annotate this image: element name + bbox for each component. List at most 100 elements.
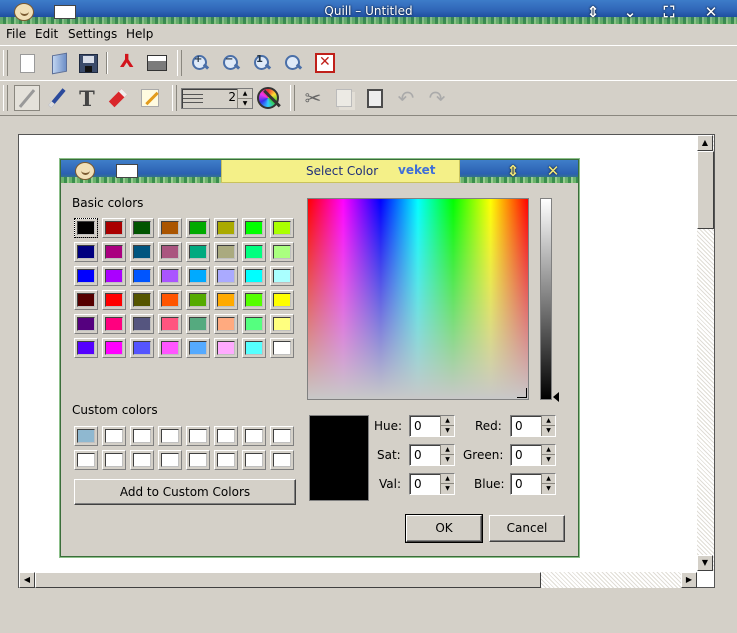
menu-help[interactable]: Help — [126, 27, 153, 41]
zoom-in-button[interactable]: + — [187, 50, 213, 76]
basic-color-swatch[interactable] — [186, 218, 210, 238]
spin-down-icon[interactable]: ▼ — [441, 426, 454, 436]
basic-color-swatch[interactable] — [242, 266, 266, 286]
basic-color-swatch[interactable] — [130, 314, 154, 334]
color-button[interactable] — [255, 85, 281, 111]
vertical-scroll-thumb[interactable] — [697, 151, 714, 229]
basic-color-swatch[interactable] — [158, 242, 182, 262]
cancel-button[interactable]: Cancel — [489, 515, 565, 542]
highlighter-tool-button[interactable] — [44, 85, 70, 111]
basic-color-swatch[interactable] — [130, 242, 154, 262]
sat-spin-buttons[interactable]: ▲ ▼ — [440, 445, 454, 465]
custom-color-swatch[interactable] — [242, 450, 266, 470]
ok-button[interactable]: OK — [405, 514, 483, 543]
custom-color-swatch[interactable] — [242, 426, 266, 446]
basic-color-swatch[interactable] — [270, 290, 294, 310]
basic-color-swatch[interactable] — [158, 266, 182, 286]
basic-color-swatch[interactable] — [102, 338, 126, 358]
green-spin-buttons[interactable]: ▲ ▼ — [541, 445, 555, 465]
dialog-titlebar[interactable]: Select Color veket ⇕ ✕ — [61, 160, 578, 183]
select-tool-button[interactable] — [137, 85, 163, 111]
basic-color-swatch[interactable] — [158, 314, 182, 334]
line-width-spinbox[interactable]: 2 ▲ ▼ — [181, 88, 253, 109]
basic-color-swatch[interactable] — [186, 266, 210, 286]
spin-up-icon[interactable]: ▲ — [542, 445, 555, 455]
basic-color-swatch[interactable] — [270, 266, 294, 286]
menu-edit[interactable]: Edit — [35, 27, 58, 41]
custom-color-swatch[interactable] — [186, 426, 210, 446]
spin-up-icon[interactable]: ▲ — [542, 416, 555, 426]
blue-spin-buttons[interactable]: ▲ ▼ — [541, 474, 555, 494]
basic-color-swatch[interactable] — [130, 338, 154, 358]
blue-spinbox[interactable]: 0 ▲ ▼ — [510, 473, 556, 495]
custom-color-swatch[interactable] — [130, 450, 154, 470]
open-button[interactable] — [46, 50, 72, 76]
basic-color-swatch[interactable] — [270, 338, 294, 358]
custom-color-swatch[interactable] — [130, 426, 154, 446]
zoom-out-button[interactable]: − — [218, 50, 244, 76]
spin-down-icon[interactable]: ▼ — [542, 484, 555, 494]
dialog-window-menu-icon[interactable] — [116, 164, 138, 178]
spin-down-icon[interactable]: ▼ — [238, 99, 252, 109]
custom-color-swatch[interactable] — [102, 426, 126, 446]
toolbar-grip[interactable] — [177, 50, 182, 76]
redo-button[interactable]: ↷ — [424, 85, 450, 111]
spin-up-icon[interactable]: ▲ — [441, 416, 454, 426]
basic-color-swatch[interactable] — [186, 314, 210, 334]
menu-file[interactable]: File — [6, 27, 26, 41]
basic-color-swatch[interactable] — [214, 314, 238, 334]
custom-color-swatch[interactable] — [186, 450, 210, 470]
scroll-right-icon[interactable]: ▶ — [681, 572, 697, 588]
spin-up-icon[interactable]: ▲ — [441, 445, 454, 455]
spin-down-icon[interactable]: ▼ — [441, 484, 454, 494]
basic-color-swatch[interactable] — [242, 290, 266, 310]
custom-color-swatch[interactable] — [74, 426, 98, 446]
basic-color-swatch[interactable] — [214, 242, 238, 262]
basic-color-swatch[interactable] — [186, 338, 210, 358]
maximize-button[interactable]: ⛶ — [659, 2, 679, 22]
luminance-slider[interactable] — [540, 198, 552, 400]
print-button[interactable] — [144, 50, 170, 76]
basic-color-swatch[interactable] — [130, 290, 154, 310]
basic-color-swatch[interactable] — [242, 242, 266, 262]
paste-button[interactable] — [362, 85, 388, 111]
basic-color-swatch[interactable] — [74, 242, 98, 262]
custom-color-swatch[interactable] — [214, 426, 238, 446]
toolbar-grip[interactable] — [172, 85, 177, 111]
picker-crosshair[interactable] — [517, 388, 527, 398]
custom-color-swatch[interactable] — [270, 426, 294, 446]
basic-color-swatch[interactable] — [102, 266, 126, 286]
dialog-logo-icon[interactable] — [75, 162, 95, 180]
line-width-spin-buttons[interactable]: ▲ ▼ — [237, 89, 252, 108]
new-document-button[interactable] — [14, 50, 40, 76]
close-button[interactable]: ✕ — [701, 2, 721, 22]
basic-color-swatch[interactable] — [102, 242, 126, 262]
red-spin-buttons[interactable]: ▲ ▼ — [541, 416, 555, 436]
basic-color-swatch[interactable] — [270, 314, 294, 334]
scroll-left-icon[interactable]: ◀ — [19, 572, 35, 588]
basic-color-swatch[interactable] — [74, 266, 98, 286]
hue-saturation-picker[interactable] — [307, 198, 529, 400]
dialog-close-button[interactable]: ✕ — [543, 161, 563, 181]
basic-color-swatch[interactable] — [102, 290, 126, 310]
custom-color-swatch[interactable] — [74, 450, 98, 470]
spin-down-icon[interactable]: ▼ — [542, 455, 555, 465]
undo-button[interactable]: ↶ — [393, 85, 419, 111]
basic-color-swatch[interactable] — [74, 290, 98, 310]
custom-color-swatch[interactable] — [158, 426, 182, 446]
basic-color-swatch[interactable] — [242, 338, 266, 358]
luminance-arrow-icon[interactable] — [553, 392, 559, 402]
menu-settings[interactable]: Settings — [68, 27, 117, 41]
basic-color-swatch[interactable] — [74, 314, 98, 334]
text-tool-button[interactable]: T — [74, 85, 100, 111]
zoom-actual-button[interactable]: 1 — [249, 50, 275, 76]
basic-color-swatch[interactable] — [158, 338, 182, 358]
hue-spin-buttons[interactable]: ▲ ▼ — [440, 416, 454, 436]
basic-color-swatch[interactable] — [242, 314, 266, 334]
basic-color-swatch[interactable] — [130, 218, 154, 238]
basic-color-swatch[interactable] — [242, 218, 266, 238]
basic-color-swatch[interactable] — [74, 218, 98, 238]
basic-color-swatch[interactable] — [214, 266, 238, 286]
basic-color-swatch[interactable] — [74, 338, 98, 358]
basic-color-swatch[interactable] — [186, 290, 210, 310]
